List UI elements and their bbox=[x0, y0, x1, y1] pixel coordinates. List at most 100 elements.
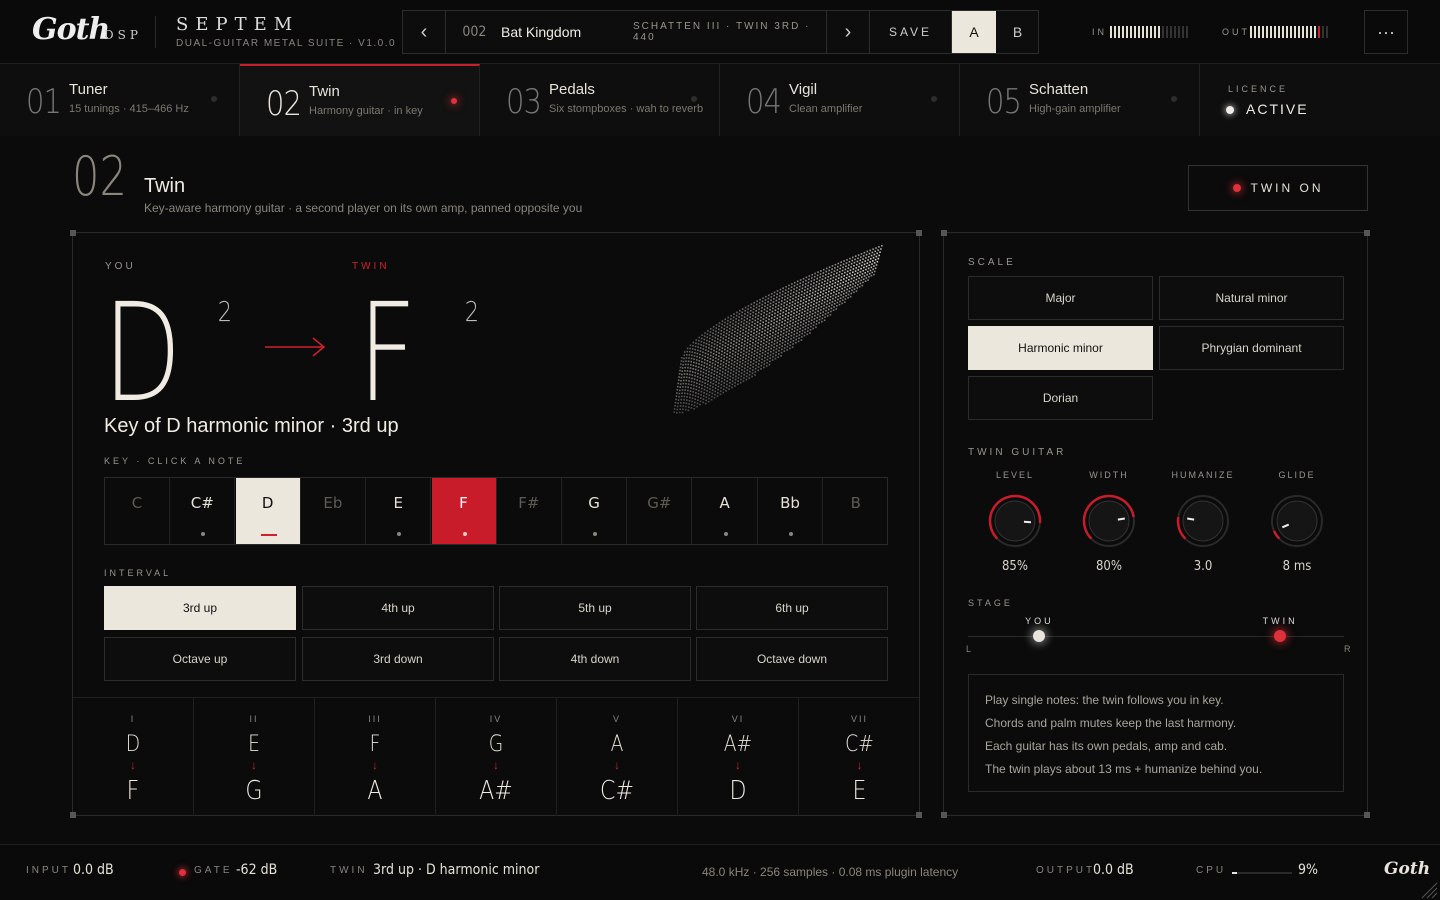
knob-glide[interactable] bbox=[1269, 493, 1325, 549]
tab-subtitle: Harmony guitar · in key bbox=[309, 105, 423, 117]
top-bar: Goth DSP SEPTEM DUAL-GUITAR METAL SUITE … bbox=[0, 0, 1440, 64]
key-g-sharp[interactable]: G# bbox=[627, 478, 693, 544]
key-e[interactable]: E bbox=[366, 478, 432, 544]
stage-twin-handle[interactable] bbox=[1274, 630, 1287, 642]
knob-label: WIDTH bbox=[1089, 470, 1129, 480]
key-a[interactable]: A bbox=[693, 478, 758, 544]
down-arrow-icon: ↓ bbox=[856, 758, 863, 772]
interval-3rd-down[interactable]: 3rd down bbox=[302, 637, 494, 681]
output-level-meter bbox=[1250, 26, 1328, 38]
meter-segment bbox=[1282, 26, 1284, 38]
info-line: Each guitar has its own pedals, amp and … bbox=[985, 739, 1228, 753]
stage-you-handle[interactable] bbox=[1033, 630, 1046, 642]
input-level-meter bbox=[1110, 26, 1188, 38]
output-label: OUTPUT bbox=[1036, 865, 1096, 876]
input-label: INPUT bbox=[26, 865, 71, 876]
twin-guitar-label: TWIN GUITAR bbox=[968, 447, 1067, 458]
meter-segment bbox=[1142, 26, 1144, 38]
key-eb[interactable]: Eb bbox=[301, 478, 366, 544]
info-line: Chords and palm mutes keep the last harm… bbox=[985, 716, 1237, 730]
save-button[interactable]: SAVE bbox=[870, 11, 952, 53]
tab-subtitle: Six stompboxes · wah to reverb bbox=[549, 103, 704, 115]
gate-value: -62 dB bbox=[236, 862, 278, 878]
interval-3rd-up[interactable]: 3rd up bbox=[104, 586, 296, 630]
knob-width[interactable] bbox=[1081, 493, 1137, 549]
product-subtitle: DUAL-GUITAR METAL SUITE · V1.0.0 bbox=[176, 38, 397, 49]
root-marker bbox=[260, 534, 277, 536]
meter-segment bbox=[1110, 26, 1112, 38]
module-tabs: 01 Tuner 15 tunings · 415–466 Hz 02 Twin… bbox=[0, 64, 1440, 136]
tab-tuner[interactable]: 01 Tuner 15 tunings · 415–466 Hz bbox=[0, 64, 240, 136]
meter-segment bbox=[1254, 26, 1256, 38]
tab-status-dot bbox=[1171, 96, 1177, 102]
tab-subtitle: Clean amplifier bbox=[789, 103, 863, 115]
ab-a-button[interactable]: A bbox=[952, 11, 996, 53]
harmony-arrow-icon bbox=[265, 337, 326, 357]
key-f-sharp[interactable]: F# bbox=[497, 478, 562, 544]
prev-preset-button[interactable]: ‹ bbox=[403, 11, 446, 53]
twin-note: F bbox=[358, 275, 417, 433]
key-label: Bb bbox=[780, 494, 800, 512]
interval-octave-down[interactable]: Octave down bbox=[696, 637, 888, 681]
key-selector: C C# D Eb E F F# G G# A Bb B bbox=[104, 477, 888, 545]
key-label: C bbox=[131, 494, 143, 512]
interval-5th-up[interactable]: 5th up bbox=[499, 586, 691, 630]
interval-4th-down[interactable]: 4th down bbox=[499, 637, 691, 681]
key-c-sharp[interactable]: C# bbox=[170, 478, 236, 544]
licence-indicator bbox=[1226, 106, 1234, 114]
key-b[interactable]: B bbox=[823, 478, 888, 544]
scale-major[interactable]: Major bbox=[968, 276, 1153, 320]
tab-pedals[interactable]: 03 Pedals Six stompboxes · wah to reverb bbox=[480, 64, 720, 136]
tab-vigil[interactable]: 04 Vigil Clean amplifier bbox=[720, 64, 960, 136]
degree-to-note: A bbox=[367, 776, 383, 806]
you-octave: 2 bbox=[217, 295, 233, 328]
more-menu-button[interactable]: ··· bbox=[1364, 10, 1408, 54]
key-bb[interactable]: Bb bbox=[758, 478, 823, 544]
tab-status-dot bbox=[691, 96, 697, 102]
knob-humanize[interactable] bbox=[1175, 493, 1231, 549]
settings-panel: SCALE Major Natural minor Harmonic minor… bbox=[941, 230, 1370, 818]
input-value: 0.0 dB bbox=[73, 862, 114, 878]
twin-on-toggle[interactable]: TWIN ON bbox=[1188, 165, 1368, 211]
knob-level[interactable] bbox=[987, 493, 1043, 549]
meter-segment bbox=[1302, 26, 1304, 38]
you-label: YOU bbox=[105, 261, 136, 272]
tab-twin[interactable]: 02 Twin Harmony guitar · in key bbox=[240, 64, 480, 136]
scale-harmonic-minor[interactable]: Harmonic minor bbox=[968, 326, 1153, 370]
degree-to-note: G bbox=[245, 776, 263, 806]
key-c[interactable]: C bbox=[105, 478, 170, 544]
key-label: G# bbox=[647, 494, 672, 512]
meter-segment bbox=[1310, 26, 1312, 38]
key-label: A bbox=[719, 494, 730, 512]
interval-6th-up[interactable]: 6th up bbox=[696, 586, 888, 630]
tab-title: Pedals bbox=[549, 81, 595, 98]
tab-number: 03 bbox=[506, 82, 542, 122]
tab-schatten[interactable]: 05 Schatten High-gain amplifier bbox=[960, 64, 1200, 136]
ab-b-button[interactable]: B bbox=[996, 11, 1039, 53]
licence-value: ACTIVE bbox=[1246, 101, 1309, 117]
preset-name[interactable]: Bat Kingdom bbox=[501, 11, 581, 53]
scale-dorian[interactable]: Dorian bbox=[968, 376, 1153, 420]
stage-you-label: YOU bbox=[1025, 616, 1054, 626]
down-arrow-icon: ↓ bbox=[130, 758, 136, 772]
cpu-label: CPU bbox=[1196, 865, 1227, 876]
next-preset-button[interactable]: › bbox=[826, 11, 870, 53]
meter-segment bbox=[1150, 26, 1152, 38]
key-f[interactable]: F bbox=[431, 478, 497, 544]
down-arrow-icon: ↓ bbox=[251, 758, 257, 772]
scale-phrygian-dominant[interactable]: Phrygian dominant bbox=[1159, 326, 1344, 370]
footer-logo: Goth bbox=[1384, 859, 1431, 879]
key-d[interactable]: D bbox=[235, 478, 301, 544]
meter-segment bbox=[1250, 26, 1252, 38]
meter-segment bbox=[1326, 26, 1328, 38]
interval-4th-up[interactable]: 4th up bbox=[302, 586, 494, 630]
degree-iv: IV G ↓ A# bbox=[436, 698, 557, 816]
scale-natural-minor[interactable]: Natural minor bbox=[1159, 276, 1344, 320]
interval-octave-up[interactable]: Octave up bbox=[104, 637, 296, 681]
resize-grip-icon[interactable] bbox=[1420, 881, 1438, 899]
scale-label: SCALE bbox=[968, 257, 1016, 268]
info-line: Play single notes: the twin follows you … bbox=[985, 693, 1224, 707]
meter-segment bbox=[1158, 26, 1160, 38]
knob-label: GLIDE bbox=[1278, 470, 1316, 480]
key-g[interactable]: G bbox=[562, 478, 628, 544]
